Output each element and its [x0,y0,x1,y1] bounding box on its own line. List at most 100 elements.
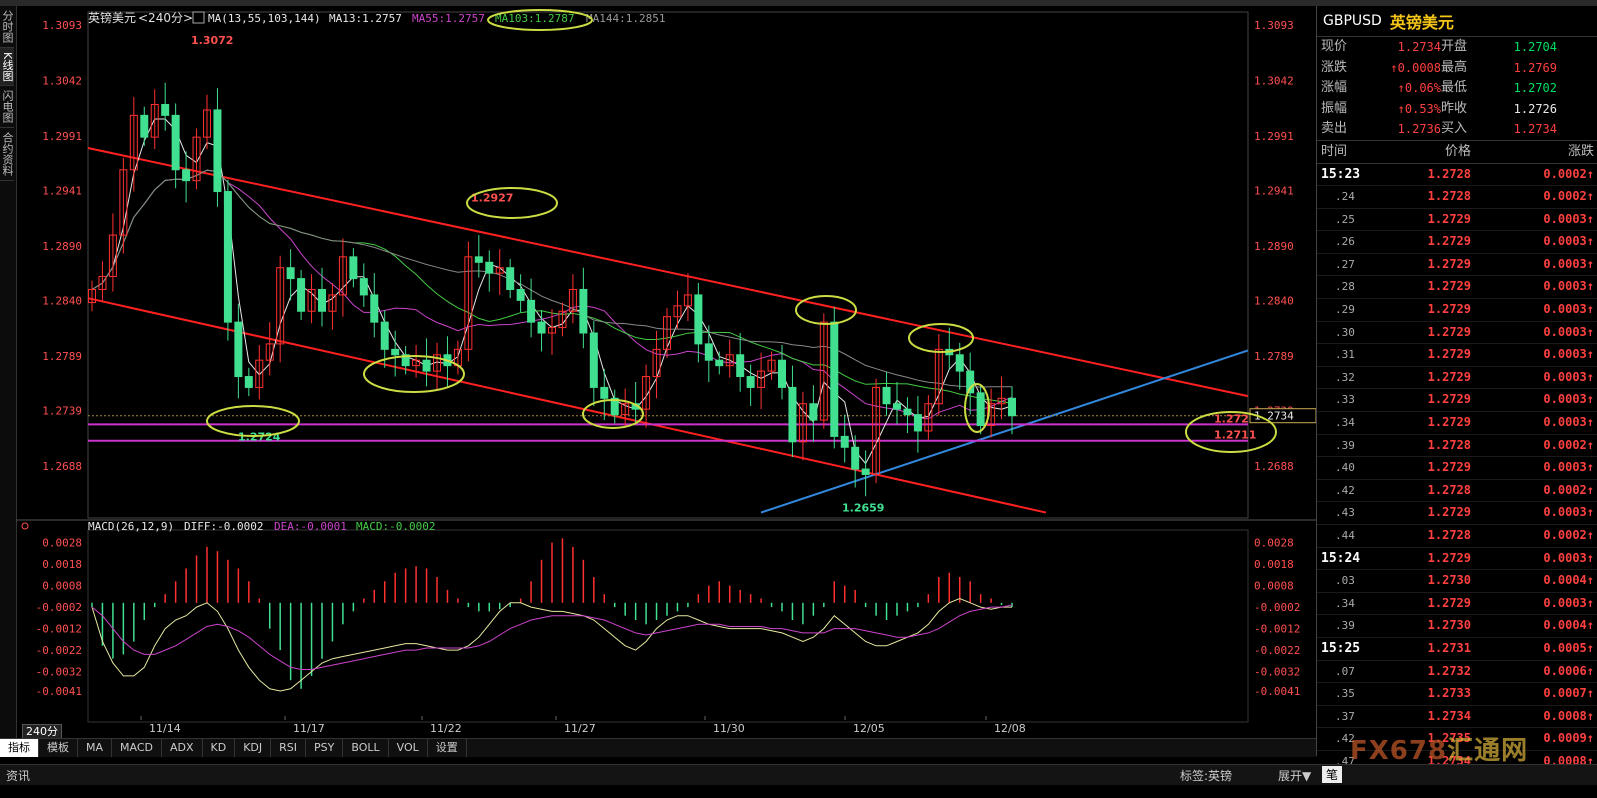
tab-vol[interactable]: VOL [389,739,428,757]
y-tick-right: 1.2991 [1254,130,1294,143]
macd-dea-line [91,604,1013,670]
macd-params: MACD(26,12,9) [88,520,174,533]
candle-body [286,267,295,280]
macd-y-tick-left: -0.0041 [36,685,82,698]
status-news[interactable]: 资讯 [6,767,30,784]
tick-price: 1.2729 [1427,415,1471,430]
y-tick-right: 1.3093 [1254,19,1294,32]
candle-body [861,468,870,475]
pen-button[interactable]: 笔 [1322,766,1343,783]
quote-grid: 现价 1.2734 开盘 1.2704 涨跌 ↑0.0008 最高 1.2769 涨幅 ↑0.06… [1317,37,1597,141]
candle-body [778,359,786,388]
channel-upper-line [87,147,1249,398]
macd-panel [91,538,1013,692]
tab-adx[interactable]: ADX [162,739,203,757]
tick-price: 1.2729 [1427,460,1471,475]
tick-change: 0.0003↑ [1543,234,1594,249]
tick-price: 1.2732 [1427,663,1471,678]
tab-kd[interactable]: KD [203,739,236,757]
quote-panel: GBPUSD 英镑美元 现价 1.2734 开盘 1.2704 涨跌 ↑0.0008 最高 1… [1316,6,1597,774]
tick-time: 15:25 [1321,640,1361,656]
candle-body [234,321,243,378]
tab-timeshare[interactable]: 分时图 [0,6,14,48]
indicator-tabs: 指标 模板 MA MACD ADX KD KDJ RSI PSY BOLL VO… [0,738,1316,757]
ma103-value: MA103:1.2787 [495,12,574,25]
candle-body [913,414,922,432]
quote-v2-1: 1.2769 [1513,60,1557,75]
tab-indicator[interactable]: 指标 [0,739,39,757]
tick-change: 0.0002↑ [1543,482,1594,497]
tab-kline[interactable]: K线图 [0,48,14,87]
tab-contract-info[interactable]: 合约资料 [0,128,14,182]
quote-title: GBPUSD 英镑美元 [1317,6,1597,37]
tick-row: .26 1.2729 0.0003↑ [1317,231,1597,254]
macd-y-tick-right: -0.0022 [1254,644,1300,657]
tick-time: .35 [1335,687,1355,701]
tab-rsi[interactable]: RSI [271,739,307,757]
tick-time: .39 [1335,438,1355,452]
tab-template[interactable]: 模板 [39,739,78,757]
x-tick-label: 11/27 [564,722,596,735]
channel-lower-line [87,297,1047,514]
candle-body [485,261,494,274]
tick-row: .40 1.2729 0.0003↑ [1317,457,1597,480]
tick-price: 1.2729 [1427,234,1471,249]
watermark-logo: FX678汇通网 [1350,730,1528,767]
tick-price: 1.2729 [1427,324,1471,339]
candle-body [589,332,598,388]
quote-k1-1: 涨跌 [1321,59,1348,75]
macd-y-tick-right: 0.0008 [1254,580,1294,593]
x-tick-label: 11/17 [293,722,325,735]
period-selector[interactable]: 240分 [22,724,62,739]
tab-psy[interactable]: PSY [306,739,344,757]
tick-row: .28 1.2729 0.0003↑ [1317,276,1597,300]
tick-price: 1.2728 [1427,482,1471,497]
ma-settings-icon[interactable] [192,11,205,24]
quote-name: 英镑美元 [1389,13,1454,32]
tick-change: 0.0002↑ [1543,166,1594,181]
tick-time: 15:23 [1321,166,1361,182]
tick-time: .33 [1335,393,1355,407]
tick-header-time: 时间 [1321,143,1348,159]
y-tick-left: 1.2739 [42,404,82,417]
tick-time: .34 [1335,416,1355,430]
y-tick-left: 1.2941 [42,184,82,197]
tick-row: .34 1.2729 0.0003↑ [1317,412,1597,435]
tab-macd[interactable]: MACD [112,739,162,757]
tick-row: .29 1.2729 0.0003↑ [1317,299,1597,322]
tick-list[interactable]: 15:23 1.2728 0.0002↑ .24 1.2728 0.0002↑ .25 1.2… [1317,164,1597,774]
tick-change: 0.0003↑ [1543,256,1594,271]
tick-change: 0.0003↑ [1543,460,1594,475]
candle-body [161,103,170,116]
tick-time: .32 [1335,370,1355,384]
status-expand-button[interactable]: 展开▼ [1278,767,1311,784]
tab-kdj[interactable]: KDJ [235,739,272,757]
quote-k2-0: 开盘 [1441,39,1468,54]
price-annotation: 1.2711 [1214,429,1256,442]
chart-period: <240分> [138,11,193,25]
tab-boll[interactable]: BOLL [343,739,389,757]
tick-price: 1.2729 [1427,256,1471,271]
quote-code: GBPUSD [1323,13,1382,29]
tick-time: .40 [1335,461,1355,475]
tick-time: .29 [1335,303,1355,317]
tick-change: 0.0003↑ [1543,211,1594,226]
y-axis-right: 1.3093 1.3042 1.2991 1.2941 1.2890 1.2840 1.27… [1254,19,1300,698]
tab-ma[interactable]: MA [78,739,113,757]
macd-settings-icon[interactable] [21,522,29,530]
tick-price: 1.2728 [1427,166,1471,181]
y-tick-right: 1.2789 [1254,350,1294,363]
macd-y-tick-right: -0.0041 [1254,685,1300,698]
macd-y-tick-left: 0.0008 [42,580,82,593]
tick-change: 0.0003↑ [1543,505,1594,520]
trend-lines [87,147,1249,514]
kline-chart[interactable]: 1.3093 1.3042 1.2991 1.2941 1.2890 1.2840 1.27… [16,6,1316,738]
watermark-brand: FX678 [1350,736,1448,766]
price-annotation: 1.3072 [191,34,233,47]
tab-flash[interactable]: 闪电图 [0,86,14,129]
tab-settings[interactable]: 设置 [428,739,467,757]
y-tick-right: 1.3042 [1254,75,1294,88]
tick-row: .33 1.2729 0.0003↑ [1317,389,1597,413]
candle-body [213,109,222,193]
candle-body [600,386,609,399]
